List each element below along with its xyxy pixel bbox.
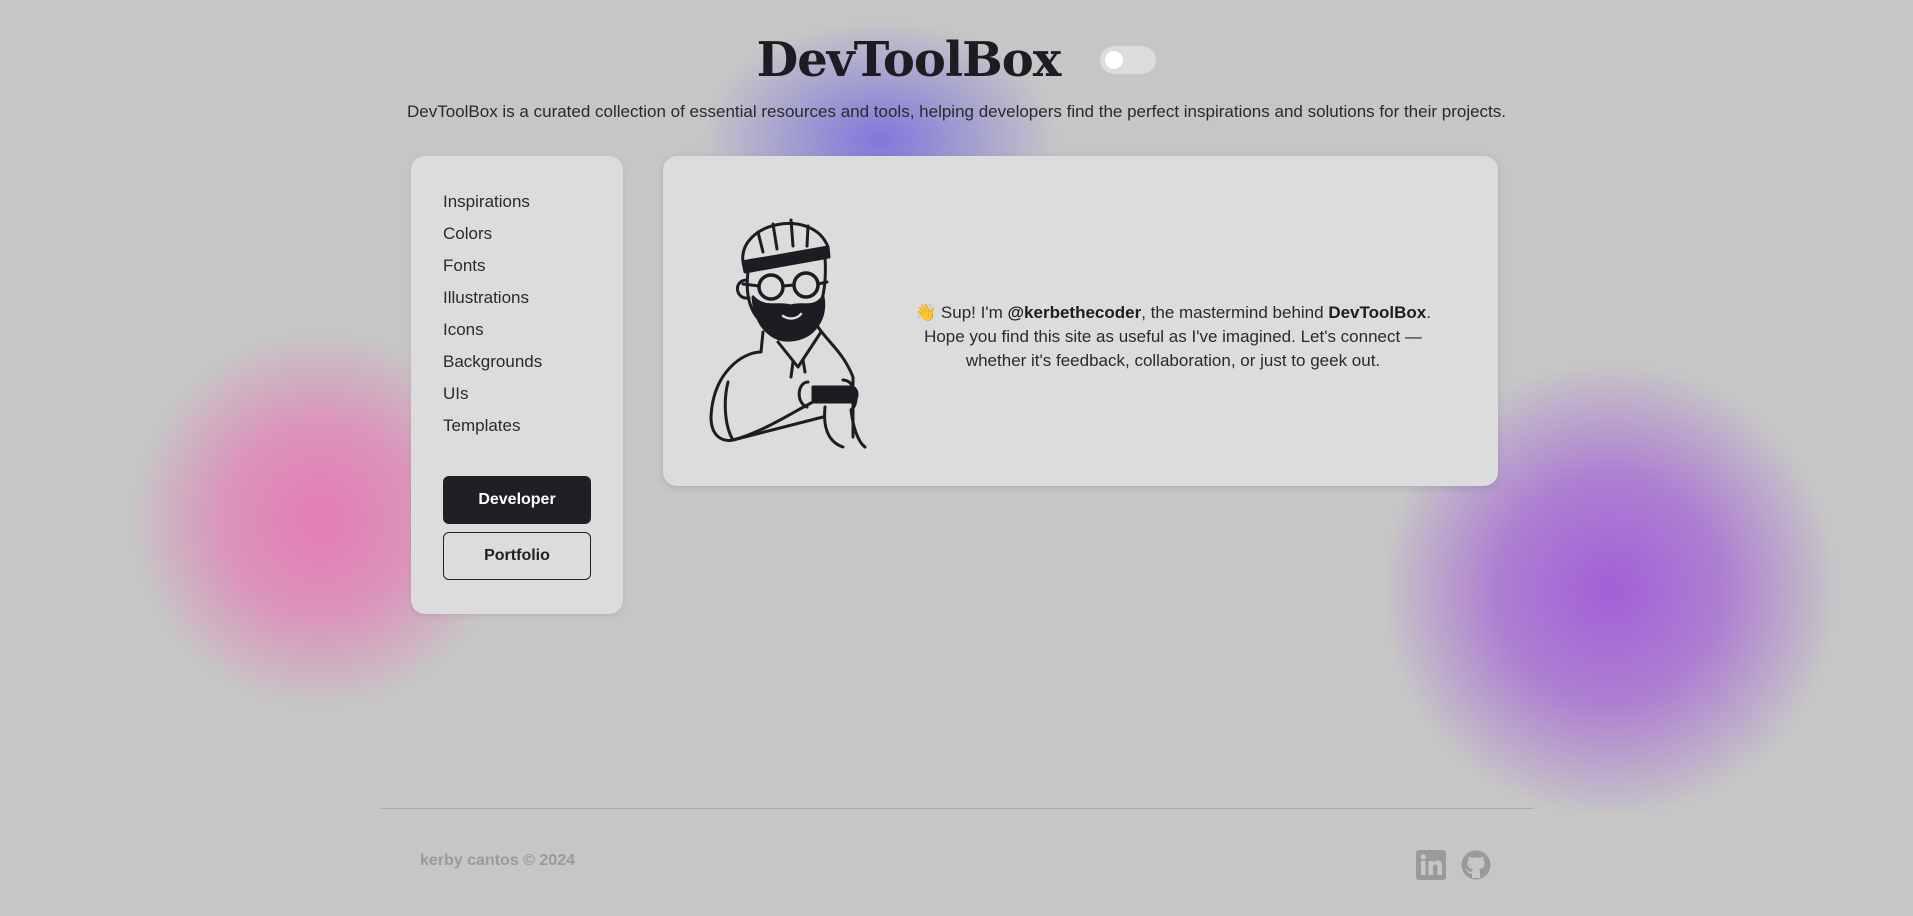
brand-name: DevToolBox (1328, 303, 1427, 322)
sidebar-item-inspirations[interactable]: Inspirations (443, 186, 542, 218)
sidebar-nav: Inspirations Colors Fonts Illustrations … (443, 186, 542, 442)
site-header: DevToolBox DevToolBox is a curated colle… (0, 28, 1913, 122)
sidebar: Inspirations Colors Fonts Illustrations … (411, 156, 623, 614)
sidebar-item-illustrations[interactable]: Illustrations (443, 282, 542, 314)
sidebar-item-colors[interactable]: Colors (443, 218, 542, 250)
intro-card: 👋 Sup! I'm @kerbethecoder, the mastermin… (663, 156, 1498, 486)
intro-text: 👋 Sup! I'm @kerbethecoder, the mastermin… (903, 301, 1443, 373)
sidebar-item-uis[interactable]: UIs (443, 378, 542, 410)
theme-toggle[interactable] (1100, 46, 1157, 74)
footer-divider (381, 808, 1533, 809)
sidebar-item-backgrounds[interactable]: Backgrounds (443, 346, 542, 378)
github-icon[interactable] (1461, 850, 1491, 880)
portfolio-button[interactable]: Portfolio (443, 532, 591, 580)
sidebar-item-templates[interactable]: Templates (443, 410, 542, 442)
footer-copyright: kerby cantos © 2024 (420, 852, 575, 869)
author-handle: @kerbethecoder (1007, 303, 1142, 322)
toggle-knob (1105, 51, 1124, 69)
wave-emoji: 👋 (915, 303, 937, 322)
linkedin-icon[interactable] (1416, 850, 1446, 880)
site-tagline: DevToolBox is a curated collection of es… (407, 102, 1506, 121)
sidebar-item-fonts[interactable]: Fonts (443, 250, 542, 282)
sidebar-item-icons[interactable]: Icons (443, 314, 542, 346)
developer-avatar-illustration (709, 218, 867, 449)
intro-greeting: Sup! I'm (936, 303, 1008, 322)
site-title: DevToolBox (756, 32, 1062, 88)
intro-middle: , the mastermind behind (1141, 303, 1329, 322)
developer-button[interactable]: Developer (443, 476, 591, 524)
